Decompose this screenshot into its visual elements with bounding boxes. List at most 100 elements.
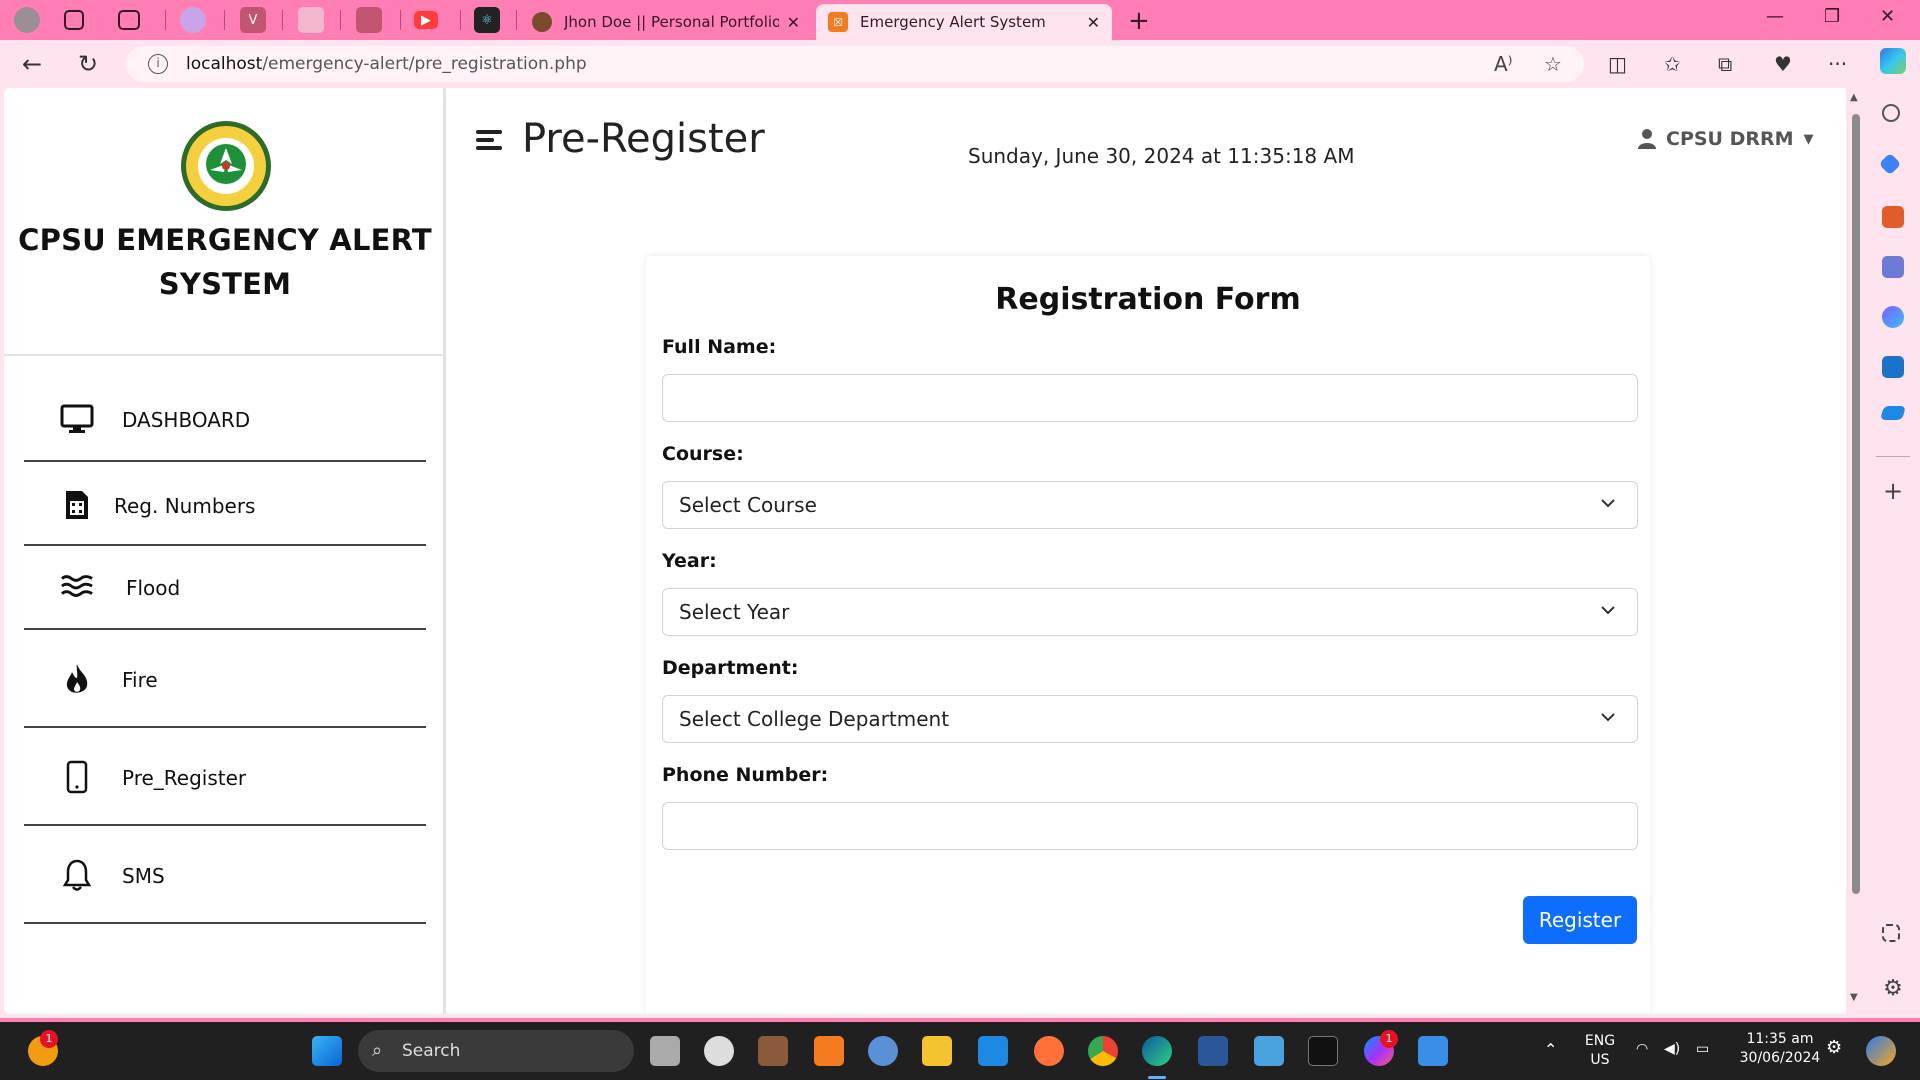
send-icon[interactable] bbox=[1880, 406, 1906, 420]
app-brand-title: CPSU EMERGENCY ALERT SYSTEM bbox=[4, 218, 446, 306]
xampp-favicon-icon: ☒ bbox=[828, 12, 848, 32]
user-icon bbox=[1638, 129, 1656, 149]
copilot-icon[interactable] bbox=[1880, 48, 1906, 74]
scroll-up-icon[interactable]: ▲ bbox=[1850, 92, 1858, 103]
close-tab-icon[interactable]: ✕ bbox=[787, 13, 800, 32]
search-label: Search bbox=[402, 1041, 461, 1061]
scroll-down-icon[interactable]: ▼ bbox=[1850, 992, 1858, 1003]
edge-icon[interactable] bbox=[1142, 1036, 1172, 1066]
water-waves-icon bbox=[60, 570, 94, 604]
paint-icon[interactable] bbox=[1418, 1036, 1448, 1066]
file-explorer-icon[interactable] bbox=[922, 1036, 952, 1066]
word-icon[interactable] bbox=[1198, 1036, 1228, 1066]
notification-settings-icon[interactable]: ⚙ bbox=[1826, 1038, 1842, 1057]
monitor-icon bbox=[60, 402, 94, 436]
task-view-icon[interactable] bbox=[650, 1036, 680, 1066]
wifi-icon[interactable]: ◠ bbox=[1636, 1040, 1648, 1059]
tab-title: Emergency Alert System bbox=[860, 13, 1046, 31]
collections-icon[interactable]: ⧉ bbox=[1718, 52, 1732, 76]
taskbar-search[interactable]: ⌕ Search bbox=[358, 1030, 634, 1072]
cpsu-logo bbox=[181, 121, 271, 211]
messenger-badge: 1 bbox=[1380, 1030, 1398, 1048]
sidebar-item-dashboard[interactable]: DASHBOARD bbox=[24, 378, 426, 462]
phone-number-input[interactable] bbox=[662, 802, 1638, 850]
address-bar[interactable]: i localhost/emergency-alert/pre_registra… bbox=[126, 46, 1584, 82]
pinned-tab-v-icon[interactable]: V bbox=[240, 7, 266, 33]
sidebar-item-flood[interactable]: Flood bbox=[24, 548, 426, 630]
microsoft-365-icon[interactable] bbox=[1882, 306, 1904, 328]
sidebar-item-pre-register[interactable]: Pre_Register bbox=[24, 730, 426, 826]
clock-app-icon[interactable] bbox=[704, 1036, 734, 1066]
close-tab-icon[interactable]: ✕ bbox=[1087, 13, 1100, 32]
search-icon[interactable] bbox=[1882, 104, 1900, 122]
page-scrollbar[interactable]: ▲ ▼ bbox=[1848, 88, 1862, 1014]
shopping-tag-icon[interactable] bbox=[1878, 152, 1902, 176]
notepad-icon[interactable] bbox=[1254, 1036, 1284, 1066]
sidebar-item-sms[interactable]: SMS bbox=[24, 828, 426, 924]
back-arrow-icon[interactable]: ← bbox=[22, 50, 42, 78]
settings-icon[interactable] bbox=[868, 1036, 898, 1066]
tools-icon[interactable] bbox=[1882, 206, 1904, 228]
screenshot-icon[interactable] bbox=[1882, 924, 1900, 942]
mobile-phone-icon bbox=[60, 760, 94, 794]
year-select[interactable]: Select Year bbox=[662, 588, 1638, 636]
site-info-icon[interactable]: i bbox=[148, 54, 168, 74]
pinned-tab-icon[interactable] bbox=[356, 7, 382, 33]
register-button[interactable]: Register bbox=[1523, 896, 1637, 944]
profile-avatar-icon[interactable] bbox=[14, 7, 40, 33]
url-path: /emergency-alert/pre_registration.php bbox=[262, 54, 587, 74]
restore-icon[interactable]: ❐ bbox=[1824, 6, 1840, 27]
tab-emergency-alert[interactable]: ☒ Emergency Alert System ✕ bbox=[816, 4, 1112, 40]
add-icon[interactable]: + bbox=[1882, 479, 1904, 503]
scrollbar-thumb[interactable] bbox=[1852, 114, 1860, 894]
tab-portfolio[interactable]: Jhon Doe || Personal Portfolio ✕ bbox=[520, 4, 812, 40]
windows-start-icon[interactable] bbox=[312, 1036, 342, 1066]
pinned-tab-icon[interactable] bbox=[180, 7, 206, 33]
chrome-icon[interactable] bbox=[1088, 1036, 1118, 1066]
show-hidden-icons[interactable]: ⌃ bbox=[1544, 1040, 1557, 1059]
course-select[interactable]: Select Course bbox=[662, 481, 1638, 529]
outlook-icon[interactable] bbox=[1882, 356, 1904, 378]
battery-icon[interactable]: ▭ bbox=[1696, 1040, 1709, 1059]
more-menu-icon[interactable]: ··· bbox=[1828, 52, 1847, 76]
react-icon[interactable]: ⚛ bbox=[474, 7, 500, 33]
volume-icon[interactable]: ◀) bbox=[1664, 1040, 1680, 1059]
favorites-icon[interactable]: ✩ bbox=[1664, 52, 1681, 76]
read-aloud-icon[interactable]: A⁾ bbox=[1494, 52, 1513, 76]
menu-toggle-icon[interactable] bbox=[476, 130, 506, 156]
firefox-icon[interactable] bbox=[1034, 1036, 1064, 1066]
chevron-down-icon bbox=[1601, 606, 1615, 615]
favorite-star-icon[interactable]: ☆ bbox=[1544, 52, 1562, 76]
browser-essentials-icon[interactable]: ♥ bbox=[1774, 52, 1792, 76]
system-clock[interactable]: 11:35 am 30/06/2024 bbox=[1726, 1030, 1834, 1068]
sidebar-item-reg-numbers[interactable]: Reg. Numbers bbox=[24, 464, 426, 546]
workspaces-icon[interactable] bbox=[64, 10, 84, 30]
terminal-icon[interactable] bbox=[1308, 1036, 1338, 1066]
sidebar-item-label: DASHBOARD bbox=[122, 408, 251, 432]
url-host: localhost bbox=[186, 54, 263, 74]
chevron-down-icon bbox=[1601, 499, 1615, 508]
address-toolbar: ← ↻ i localhost/emergency-alert/pre_regi… bbox=[0, 40, 1920, 88]
tab-actions-icon[interactable] bbox=[118, 10, 140, 30]
department-select[interactable]: Select College Department bbox=[662, 695, 1638, 743]
close-window-icon[interactable]: ✕ bbox=[1880, 6, 1895, 27]
app-sidebar: CPSU EMERGENCY ALERT SYSTEM DASHBOARD Re… bbox=[4, 88, 446, 1014]
split-screen-icon[interactable]: ◫ bbox=[1608, 52, 1627, 76]
pinned-tab-icon[interactable] bbox=[298, 7, 324, 33]
sim-card-icon bbox=[60, 488, 94, 522]
brand-line-2: SYSTEM bbox=[158, 267, 292, 301]
refresh-icon[interactable]: ↻ bbox=[78, 50, 98, 78]
user-dropdown[interactable]: CPSU DRRM ▼ bbox=[1638, 128, 1814, 150]
youtube-icon[interactable]: ▶ bbox=[414, 11, 438, 29]
minimize-icon[interactable]: — bbox=[1766, 6, 1784, 27]
vscode-icon[interactable] bbox=[978, 1036, 1008, 1066]
settings-gear-icon[interactable]: ⚙ bbox=[1882, 978, 1904, 1000]
sidebar-item-fire[interactable]: Fire bbox=[24, 632, 426, 728]
games-icon[interactable] bbox=[1882, 256, 1904, 278]
language-indicator[interactable]: ENG US bbox=[1580, 1032, 1620, 1070]
new-tab-button[interactable]: + bbox=[1128, 6, 1150, 36]
copilot-taskbar-icon[interactable] bbox=[1866, 1036, 1896, 1066]
game-app-icon[interactable] bbox=[758, 1036, 788, 1066]
full-name-input[interactable] bbox=[662, 374, 1638, 422]
xampp-icon[interactable] bbox=[814, 1036, 844, 1066]
